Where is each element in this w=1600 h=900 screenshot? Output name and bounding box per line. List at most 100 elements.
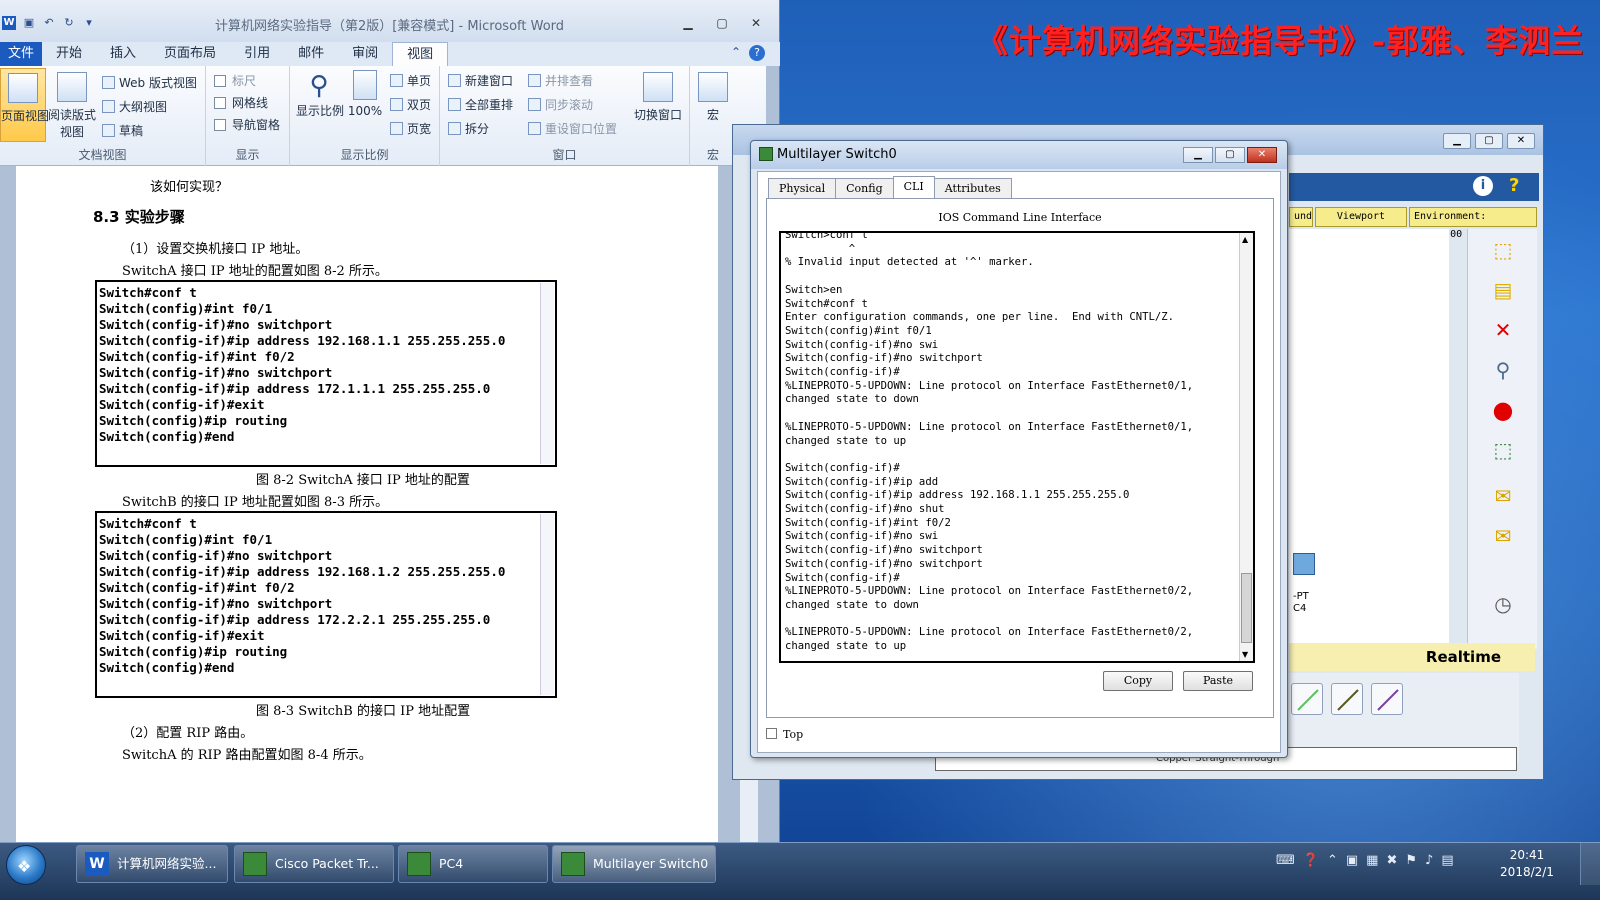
outline-button[interactable]: 大纲视图 bbox=[102, 98, 167, 115]
fiber-cable-icon[interactable] bbox=[1371, 683, 1403, 715]
tab-config[interactable]: Config bbox=[835, 178, 894, 198]
two-pages-button[interactable]: 双页 bbox=[390, 96, 431, 113]
display-icon[interactable]: ▣ bbox=[1346, 853, 1358, 868]
device-icon[interactable]: ▦ bbox=[1366, 853, 1378, 868]
scroll-up-icon[interactable]: ▲ bbox=[1242, 235, 1248, 244]
draft-button[interactable]: 草稿 bbox=[102, 122, 143, 139]
zoom-button[interactable]: ⚲ 显示比例 bbox=[296, 70, 344, 119]
tab-references[interactable]: 引用 bbox=[230, 42, 284, 66]
copy-button[interactable]: Copy bbox=[1103, 671, 1173, 691]
side-by-side-button[interactable]: 并排查看 bbox=[528, 72, 593, 89]
navigation-pane-checkbox[interactable]: 导航窗格 bbox=[214, 116, 280, 133]
checkbox-icon bbox=[214, 75, 226, 87]
tab-home[interactable]: 开始 bbox=[42, 42, 96, 66]
tab-physical[interactable]: Physical bbox=[768, 178, 837, 198]
add-complex-pdu-icon[interactable]: ✉ bbox=[1488, 521, 1518, 551]
tray-expand-icon[interactable]: ⌃ bbox=[1327, 853, 1338, 868]
note-tool-icon[interactable]: ▤ bbox=[1488, 275, 1518, 305]
pc-device-icon[interactable] bbox=[1293, 553, 1315, 575]
network-icon[interactable]: ⚑ bbox=[1405, 853, 1417, 868]
top-checkbox[interactable]: Top bbox=[766, 728, 803, 741]
dialog-titlebar[interactable]: Multilayer Switch0 ▁ ▢ ✕ bbox=[751, 141, 1287, 169]
logical-workspace[interactable]: -PT C4 bbox=[1289, 229, 1449, 649]
packet-tracer-window-controls: ▁ ▢ ✕ bbox=[1443, 133, 1535, 149]
code-line: Switch(config)#ip routing bbox=[99, 644, 288, 659]
close-button[interactable]: ✕ bbox=[1507, 133, 1535, 149]
reading-layout-button[interactable]: 阅读版式 视图 bbox=[48, 72, 96, 140]
code-box-scrollbar[interactable] bbox=[540, 514, 554, 695]
tab-page-layout[interactable]: 页面布局 bbox=[150, 42, 230, 66]
minimize-button[interactable]: ▁ bbox=[1443, 133, 1471, 149]
maximize-button[interactable]: ▢ bbox=[1215, 147, 1245, 163]
show-desktop-button[interactable] bbox=[1580, 843, 1600, 885]
tab-view[interactable]: 视图 bbox=[392, 42, 449, 66]
close-button[interactable]: ✕ bbox=[1247, 147, 1277, 163]
background-button[interactable]: und bbox=[1289, 207, 1313, 227]
new-window-button[interactable]: 新建窗口 bbox=[448, 72, 513, 89]
switch-windows-button[interactable]: 切换窗口 bbox=[630, 72, 686, 123]
cli-terminal[interactable]: Switch>conf t ^% Invalid input detected … bbox=[779, 231, 1255, 663]
rip-intro: SwitchA 的 RIP 路由配置如图 8-4 所示。 bbox=[122, 748, 372, 763]
straight-cable-icon[interactable] bbox=[1291, 683, 1323, 715]
taskbar-pc4[interactable]: PC4 bbox=[398, 845, 548, 883]
sync-scroll-button[interactable]: 同步滚动 bbox=[528, 96, 593, 113]
scroll-down-icon[interactable]: ▼ bbox=[1242, 650, 1248, 659]
ruler-checkbox[interactable]: 标尺 bbox=[214, 72, 256, 89]
cli-scroll-thumb[interactable] bbox=[1241, 573, 1252, 643]
help-icon[interactable]: ? bbox=[749, 45, 765, 61]
maximize-button[interactable]: ▢ bbox=[707, 14, 737, 32]
viewport-button[interactable]: Viewport bbox=[1315, 207, 1407, 227]
clock[interactable]: 20:41 2018/2/1 bbox=[1492, 847, 1562, 881]
volume-icon[interactable]: ♪ bbox=[1425, 853, 1433, 868]
environment-time[interactable]: Environment: 05:30:00 bbox=[1409, 207, 1537, 240]
code-box-scrollbar[interactable] bbox=[540, 283, 554, 464]
minimize-button[interactable]: ▁ bbox=[673, 14, 703, 32]
page-width-button[interactable]: 页宽 bbox=[390, 120, 431, 137]
macros-button[interactable]: 宏 bbox=[696, 72, 730, 123]
delete-tool-icon[interactable]: ✕ bbox=[1488, 315, 1518, 345]
maximize-button[interactable]: ▢ bbox=[1475, 133, 1503, 149]
checkbox-icon bbox=[766, 728, 777, 739]
security-icon[interactable]: ✖ bbox=[1386, 853, 1397, 868]
info-icon[interactable]: i bbox=[1473, 176, 1493, 196]
cli-panel: IOS Command Line Interface Switch>conf t… bbox=[766, 198, 1274, 718]
inspect-tool-icon[interactable]: ⚲ bbox=[1488, 355, 1518, 385]
minimize-ribbon-icon[interactable]: ⌃ bbox=[731, 45, 741, 61]
one-page-button[interactable]: 单页 bbox=[390, 72, 431, 89]
select-tool-icon[interactable]: ⬚ bbox=[1488, 235, 1518, 265]
taskbar-label: Cisco Packet Tr... bbox=[275, 856, 379, 871]
action-center-icon[interactable]: ▤ bbox=[1441, 853, 1453, 868]
crossover-cable-icon[interactable] bbox=[1331, 683, 1363, 715]
start-button[interactable]: ❖ bbox=[6, 845, 46, 885]
reset-window-button[interactable]: 重设窗口位置 bbox=[528, 120, 617, 137]
close-button[interactable]: ✕ bbox=[741, 14, 771, 32]
tab-mailings[interactable]: 邮件 bbox=[284, 42, 338, 66]
realtime-mode-label[interactable]: Realtime bbox=[1289, 643, 1535, 671]
print-layout-button[interactable]: 页面视图 bbox=[0, 68, 49, 142]
tab-cli[interactable]: CLI bbox=[892, 176, 935, 198]
checkbox-icon bbox=[214, 97, 226, 109]
taskbar-packet-tracer[interactable]: Cisco Packet Tr... bbox=[234, 845, 394, 883]
help-icon[interactable]: ❓ bbox=[1303, 853, 1319, 868]
tab-attributes[interactable]: Attributes bbox=[933, 178, 1012, 198]
add-simple-pdu-icon[interactable]: ✉ bbox=[1488, 481, 1518, 511]
arrange-all-button[interactable]: 全部重排 bbox=[448, 96, 513, 113]
resize-shape-icon[interactable]: ⬚ bbox=[1488, 435, 1518, 465]
taskbar-word[interactable]: W 计算机网络实验... bbox=[76, 845, 228, 883]
gridlines-checkbox[interactable]: 网格线 bbox=[214, 94, 268, 111]
zoom-100-button[interactable]: 100% bbox=[346, 70, 384, 118]
split-button[interactable]: 拆分 bbox=[448, 120, 489, 137]
tab-insert[interactable]: 插入 bbox=[96, 42, 150, 66]
code-line: Switch(config-if)#no switchport bbox=[99, 317, 333, 332]
paste-button[interactable]: Paste bbox=[1183, 671, 1253, 691]
timer-icon[interactable]: ◷ bbox=[1488, 589, 1518, 619]
help-icon[interactable]: ? bbox=[1509, 175, 1519, 196]
draw-shape-icon[interactable]: ● bbox=[1488, 395, 1518, 425]
minimize-button[interactable]: ▁ bbox=[1183, 147, 1213, 163]
keyboard-icon[interactable]: ⌨ bbox=[1276, 853, 1295, 868]
cli-scrollbar[interactable]: ▲ ▼ bbox=[1239, 233, 1253, 661]
tab-review[interactable]: 审阅 bbox=[338, 42, 392, 66]
tab-file[interactable]: 文件 bbox=[0, 42, 43, 66]
taskbar-multilayer-switch[interactable]: Multilayer Switch0 bbox=[552, 845, 716, 883]
web-layout-button[interactable]: Web 版式视图 bbox=[102, 74, 197, 91]
